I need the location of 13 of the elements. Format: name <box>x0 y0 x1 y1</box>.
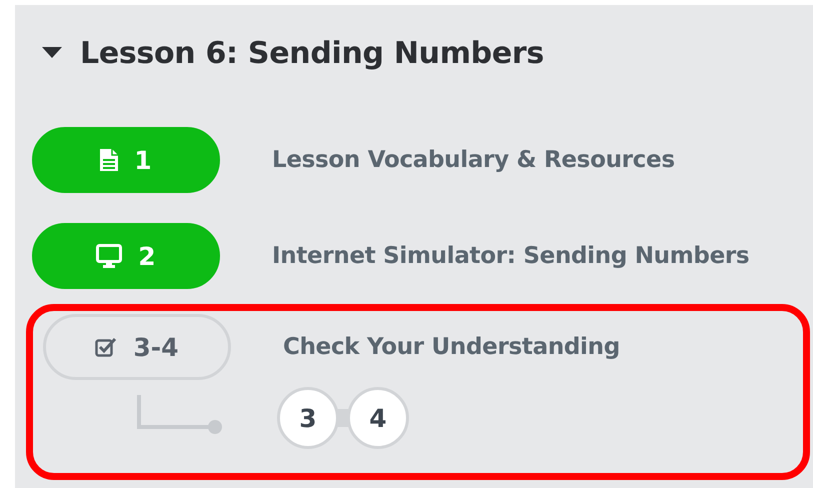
level-button[interactable]: 1 <box>32 127 220 193</box>
level-button[interactable]: 2 <box>32 223 220 289</box>
level-title[interactable]: Internet Simulator: Sending Numbers <box>272 243 750 269</box>
lesson-title[interactable]: Lesson 6: Sending Numbers <box>80 36 544 70</box>
sublevel-bubble[interactable]: 4 <box>347 387 409 449</box>
level-title[interactable]: Lesson Vocabulary & Resources <box>272 147 675 173</box>
level-title[interactable]: Check Your Understanding <box>283 334 620 360</box>
level-button[interactable]: 3-4 <box>43 314 231 380</box>
sublevel-bubble[interactable]: 3 <box>277 387 339 449</box>
document-icon <box>100 149 118 171</box>
checkbox-icon <box>95 337 118 357</box>
monitor-icon <box>96 244 122 268</box>
caret-icon[interactable] <box>42 47 62 59</box>
